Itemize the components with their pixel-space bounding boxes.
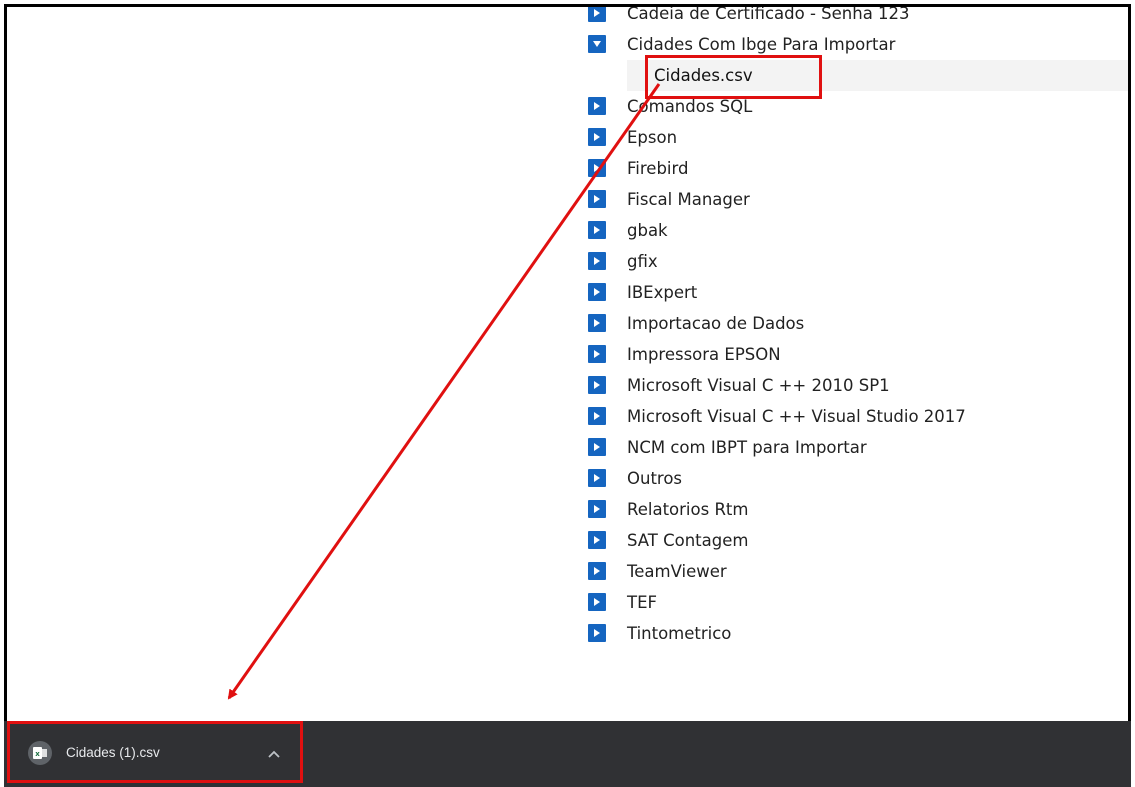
tree-item-label: Microsoft Visual C ++ Visual Studio 2017 [627, 407, 966, 426]
expand-right-icon[interactable] [588, 376, 606, 394]
expand-right-icon[interactable] [588, 314, 606, 332]
tree-item-epson[interactable]: Epson [582, 122, 1128, 153]
expand-right-icon[interactable] [588, 407, 606, 425]
tree-file-cidades-csv[interactable]: Cidades.csv [627, 60, 1128, 91]
tree-item-ibexpert[interactable]: IBExpert [582, 277, 1128, 308]
tree-item-label: Outros [627, 469, 683, 488]
expand-right-icon[interactable] [588, 345, 606, 363]
expand-right-icon[interactable] [588, 531, 606, 549]
tree-item-comandos-sql[interactable]: Comandos SQL [582, 91, 1128, 122]
tree-item-ncm-com-ibpt-para-importar[interactable]: NCM com IBPT para Importar [582, 432, 1128, 463]
tree-item-label: Microsoft Visual C ++ 2010 SP1 [627, 376, 890, 395]
tree-item-importacao-de-dados[interactable]: Importacao de Dados [582, 308, 1128, 339]
tree-item-cidades-com-ibge-para-importar[interactable]: Cidades Com Ibge Para Importar [582, 29, 1128, 60]
folder-tree: Cadeia de Certificado - Senha 123 Cidades… [582, 4, 1128, 649]
tree-item-label: NCM com IBPT para Importar [627, 438, 867, 457]
download-item[interactable]: x Cidades (1).csv [7, 721, 303, 783]
tree-item-label: gbak [627, 221, 668, 240]
expand-right-icon[interactable] [588, 252, 606, 270]
tree-item-fiscal-manager[interactable]: Fiscal Manager [582, 184, 1128, 215]
expand-right-icon[interactable] [588, 593, 606, 611]
tree-item-label: Relatorios Rtm [627, 500, 749, 519]
expand-right-icon[interactable] [588, 190, 606, 208]
expand-right-icon[interactable] [588, 283, 606, 301]
tree-item-impressora-epson[interactable]: Impressora EPSON [582, 339, 1128, 370]
tree-item-gbak[interactable]: gbak [582, 215, 1128, 246]
download-file-name: Cidades (1).csv [66, 745, 160, 760]
excel-file-icon: x [28, 741, 52, 765]
tree-item-label: SAT Contagem [627, 531, 749, 550]
chevron-up-icon[interactable] [265, 746, 283, 760]
tree-item-firebird[interactable]: Firebird [582, 153, 1128, 184]
expand-right-icon[interactable] [588, 97, 606, 115]
tree-item-relatorios-rtm[interactable]: Relatorios Rtm [582, 494, 1128, 525]
app-window: Cadeia de Certificado - Senha 123 Cidades… [4, 4, 1131, 783]
expand-right-icon[interactable] [588, 7, 606, 22]
expand-right-icon[interactable] [588, 159, 606, 177]
tree-item-microsoft-visual-c-2010-sp1[interactable]: Microsoft Visual C ++ 2010 SP1 [582, 370, 1128, 401]
tree-item-label: Importacao de Dados [627, 314, 805, 333]
tree-item-outros[interactable]: Outros [582, 463, 1128, 494]
expand-right-icon[interactable] [588, 128, 606, 146]
tree-item-tef[interactable]: TEF [582, 587, 1128, 618]
tree-item-label: Epson [627, 128, 678, 147]
svg-text:x: x [35, 750, 40, 758]
expand-right-icon[interactable] [588, 469, 606, 487]
tree-item-label: IBExpert [627, 283, 698, 302]
tree-item-gfix[interactable]: gfix [582, 246, 1128, 277]
tree-item-label: Tintometrico [627, 624, 732, 643]
tree-item-tintometrico[interactable]: Tintometrico [582, 618, 1128, 649]
expand-right-icon[interactable] [588, 438, 606, 456]
expand-right-icon[interactable] [588, 221, 606, 239]
expand-down-icon[interactable] [588, 35, 606, 53]
tree-item-microsoft-visual-c-visual-studio-2017[interactable]: Microsoft Visual C ++ Visual Studio 2017 [582, 401, 1128, 432]
download-bar: x Cidades (1).csv [4, 721, 1131, 787]
tree-item-label: Firebird [627, 159, 689, 178]
tree-item-cadeia-de-certificado-senha-123[interactable]: Cadeia de Certificado - Senha 123 [582, 4, 1128, 29]
tree-item-label: Cidades Com Ibge Para Importar [627, 35, 896, 54]
tree-item-label: gfix [627, 252, 658, 271]
tree-item-label: Fiscal Manager [627, 190, 750, 209]
expand-right-icon[interactable] [588, 562, 606, 580]
expand-right-icon[interactable] [588, 500, 606, 518]
tree-item-teamviewer[interactable]: TeamViewer [582, 556, 1128, 587]
tree-item-label: TEF [627, 593, 657, 612]
tree-item-sat-contagem[interactable]: SAT Contagem [582, 525, 1128, 556]
tree-file-label: Cidades.csv [654, 66, 753, 85]
tree-item-label: Comandos SQL [627, 97, 753, 116]
tree-item-label: Cadeia de Certificado - Senha 123 [627, 4, 910, 23]
tree-item-label: TeamViewer [627, 562, 727, 581]
expand-right-icon[interactable] [588, 624, 606, 642]
tree-item-label: Impressora EPSON [627, 345, 781, 364]
